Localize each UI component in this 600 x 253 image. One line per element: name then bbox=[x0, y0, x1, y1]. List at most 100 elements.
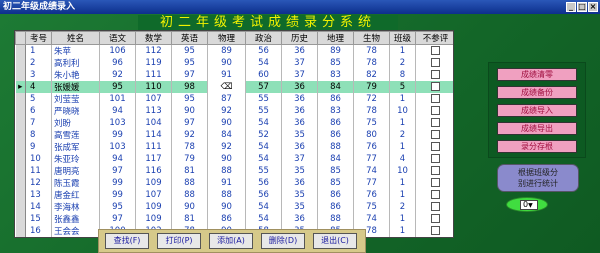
table-cell[interactable]: 4 bbox=[389, 153, 416, 165]
table-cell[interactable]: 2 bbox=[389, 201, 416, 213]
table-cell[interactable]: 74 bbox=[353, 213, 390, 225]
row-marker[interactable] bbox=[15, 165, 26, 177]
table-cell[interactable]: 86 bbox=[317, 201, 354, 213]
table-cell[interactable]: 117 bbox=[135, 153, 172, 165]
table-cell[interactable]: 89 bbox=[207, 44, 246, 57]
table-cell[interactable]: 92 bbox=[171, 129, 208, 141]
table-row[interactable]: 14 李海林 95 109 90 90 54 35 86 75 2 bbox=[15, 201, 453, 213]
student-name-cell[interactable]: 朱亚玲 bbox=[51, 153, 100, 165]
table-cell[interactable]: 74 bbox=[353, 165, 390, 177]
student-name-cell[interactable]: 朱苹 bbox=[51, 44, 100, 57]
table-cell[interactable]: 78 bbox=[171, 141, 208, 153]
export-scores-button[interactable]: 成绩导出 bbox=[497, 122, 577, 135]
table-cell[interactable]: 2 bbox=[25, 57, 52, 69]
column-header[interactable]: 生物 bbox=[353, 31, 390, 45]
row-marker[interactable] bbox=[15, 213, 26, 225]
row-marker[interactable] bbox=[15, 69, 26, 81]
table-cell[interactable]: 55 bbox=[245, 105, 282, 117]
table-cell[interactable]: 119 bbox=[135, 57, 172, 69]
exclude-checkbox-cell[interactable] bbox=[415, 225, 453, 237]
table-cell[interactable]: 54 bbox=[245, 117, 282, 129]
table-cell[interactable]: 75 bbox=[353, 117, 390, 129]
table-cell[interactable]: 15 bbox=[25, 213, 52, 225]
table-cell[interactable]: 36 bbox=[281, 213, 318, 225]
table-cell[interactable]: 36 bbox=[281, 93, 318, 105]
table-cell[interactable]: 103 bbox=[99, 117, 136, 129]
row-marker[interactable] bbox=[15, 189, 26, 201]
exclude-checkbox-cell[interactable] bbox=[415, 213, 453, 225]
table-cell[interactable]: 1 bbox=[389, 213, 416, 225]
table-cell[interactable]: 95 bbox=[171, 57, 208, 69]
row-marker[interactable] bbox=[15, 129, 26, 141]
table-cell[interactable]: 56 bbox=[245, 44, 282, 57]
score-stub-button[interactable]: 录分存根 bbox=[497, 140, 577, 153]
table-cell[interactable]: 116 bbox=[135, 165, 172, 177]
exclude-checkbox[interactable] bbox=[431, 70, 440, 79]
table-cell[interactable]: 5 bbox=[389, 81, 416, 93]
table-cell[interactable]: 86 bbox=[207, 213, 246, 225]
table-cell[interactable]: 77 bbox=[353, 153, 390, 165]
exclude-checkbox[interactable] bbox=[431, 118, 440, 127]
table-cell[interactable]: 1 bbox=[389, 44, 416, 57]
table-cell[interactable]: 78 bbox=[353, 105, 390, 117]
table-cell[interactable]: 5 bbox=[25, 93, 52, 105]
table-cell[interactable]: 97 bbox=[171, 117, 208, 129]
row-marker[interactable] bbox=[15, 117, 26, 129]
table-row[interactable]: 8 高雪莲 99 114 92 84 52 35 86 80 2 bbox=[15, 129, 453, 141]
exclude-checkbox-cell[interactable] bbox=[415, 81, 453, 93]
exclude-checkbox-cell[interactable] bbox=[415, 153, 453, 165]
table-row[interactable]: 15 张鑫鑫 97 109 81 86 54 36 88 74 1 bbox=[15, 213, 453, 225]
exclude-checkbox[interactable] bbox=[431, 46, 440, 55]
student-name-cell[interactable]: 张媛媛 bbox=[51, 81, 100, 93]
table-cell[interactable]: 54 bbox=[245, 201, 282, 213]
table-cell[interactable]: 79 bbox=[353, 81, 390, 93]
exclude-checkbox[interactable] bbox=[431, 82, 440, 91]
table-cell[interactable]: 36 bbox=[281, 81, 318, 93]
table-cell[interactable]: 35 bbox=[281, 129, 318, 141]
exclude-checkbox-cell[interactable] bbox=[415, 129, 453, 141]
table-row[interactable]: 9 张成军 103 111 78 92 54 36 88 76 1 bbox=[15, 141, 453, 153]
student-name-cell[interactable]: 刘莹莹 bbox=[51, 93, 100, 105]
exclude-checkbox[interactable] bbox=[431, 130, 440, 139]
table-cell[interactable]: 2 bbox=[389, 129, 416, 141]
exclude-checkbox-cell[interactable] bbox=[415, 141, 453, 153]
table-cell[interactable]: 90 bbox=[207, 153, 246, 165]
table-cell[interactable]: 56 bbox=[245, 189, 282, 201]
table-cell[interactable]: 16 bbox=[25, 225, 52, 237]
table-cell[interactable]: 83 bbox=[317, 69, 354, 81]
exclude-checkbox[interactable] bbox=[431, 142, 440, 151]
exclude-checkbox[interactable] bbox=[431, 202, 440, 211]
table-cell[interactable]: 110 bbox=[135, 81, 172, 93]
row-marker[interactable] bbox=[15, 44, 26, 57]
table-cell[interactable]: 36 bbox=[281, 141, 318, 153]
table-cell[interactable]: 76 bbox=[353, 141, 390, 153]
exclude-checkbox-cell[interactable] bbox=[415, 93, 453, 105]
table-cell[interactable]: 54 bbox=[245, 57, 282, 69]
column-header[interactable]: 政治 bbox=[245, 31, 282, 45]
table-cell[interactable]: 54 bbox=[245, 153, 282, 165]
import-scores-button[interactable]: 成绩导入 bbox=[497, 104, 577, 117]
column-header[interactable]: 语文 bbox=[99, 31, 136, 45]
add-button[interactable]: 添加(A) bbox=[209, 233, 253, 249]
table-cell[interactable]: 114 bbox=[135, 129, 172, 141]
row-marker[interactable] bbox=[15, 141, 26, 153]
student-name-cell[interactable]: 张成军 bbox=[51, 141, 100, 153]
table-cell[interactable]: 107 bbox=[135, 93, 172, 105]
table-cell[interactable]: 91 bbox=[207, 177, 246, 189]
table-cell[interactable]: 1 bbox=[389, 117, 416, 129]
exclude-checkbox-cell[interactable] bbox=[415, 201, 453, 213]
table-cell[interactable]: 52 bbox=[245, 129, 282, 141]
exclude-checkbox[interactable] bbox=[431, 154, 440, 163]
exclude-checkbox[interactable] bbox=[431, 106, 440, 115]
table-cell[interactable]: 36 bbox=[281, 105, 318, 117]
table-cell[interactable]: 75 bbox=[353, 201, 390, 213]
table-row[interactable]: 12 陈玉霞 99 109 88 91 56 36 85 77 1 bbox=[15, 177, 453, 189]
table-cell[interactable]: 6 bbox=[25, 105, 52, 117]
table-cell[interactable]: 78 bbox=[353, 44, 390, 57]
table-cell[interactable]: 86 bbox=[317, 93, 354, 105]
table-cell[interactable]: 79 bbox=[171, 153, 208, 165]
table-cell[interactable]: 97 bbox=[171, 69, 208, 81]
table-cell[interactable]: 55 bbox=[245, 93, 282, 105]
student-name-cell[interactable]: 高利利 bbox=[51, 57, 100, 69]
table-cell[interactable]: 85 bbox=[317, 57, 354, 69]
